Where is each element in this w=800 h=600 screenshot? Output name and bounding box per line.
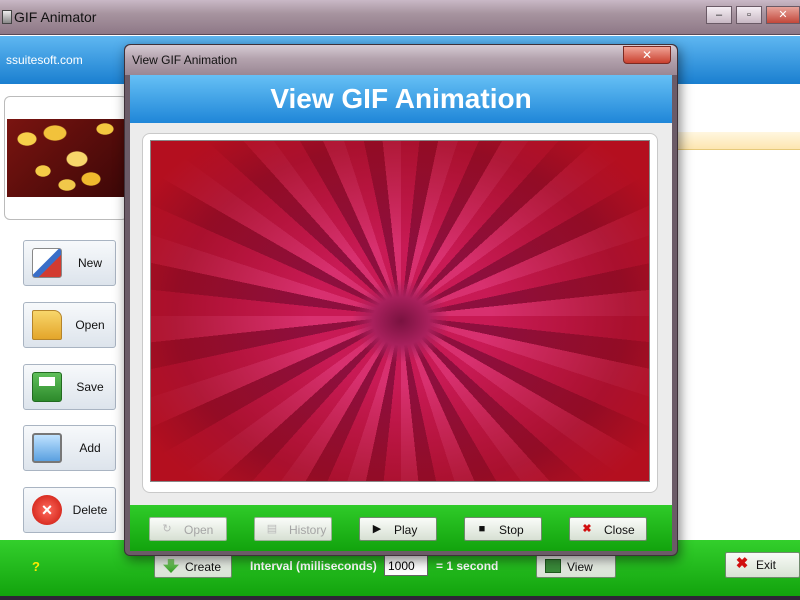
- animation-preview-image: [150, 140, 650, 482]
- save-button-label: Save: [76, 380, 104, 394]
- close-label: Close: [604, 523, 635, 537]
- dialog-open-label: Open: [184, 523, 214, 537]
- close-button[interactable]: ✖ Close: [569, 517, 647, 541]
- new-button-label: New: [77, 256, 102, 270]
- maximize-button[interactable]: ▫: [736, 6, 762, 24]
- frame-thumbnail[interactable]: [7, 119, 125, 197]
- play-icon: ▶: [372, 523, 382, 535]
- exit-button[interactable]: ✖ Exit: [725, 552, 800, 578]
- play-button[interactable]: ▶ Play: [359, 517, 437, 541]
- view-icon: [545, 559, 561, 573]
- open-file-button[interactable]: Open: [23, 302, 116, 348]
- stop-label: Stop: [499, 523, 524, 537]
- new-button[interactable]: New: [23, 240, 116, 286]
- brand-link[interactable]: ssuitesoft.com: [6, 53, 83, 67]
- folder-icon: [32, 310, 62, 340]
- floppy-disk-icon: [32, 372, 62, 402]
- view-button-label: View: [567, 560, 593, 574]
- dialog-heading: View GIF Animation: [270, 83, 532, 114]
- stop-button[interactable]: ■ Stop: [464, 517, 542, 541]
- delete-icon: ×: [32, 495, 62, 525]
- interval-note: = 1 second: [436, 559, 499, 573]
- add-button[interactable]: Add: [23, 425, 116, 471]
- monitor-add-icon: [32, 433, 62, 463]
- dialog-header: View GIF Animation: [130, 75, 672, 123]
- frame-list-header: [676, 132, 800, 150]
- new-document-icon: [32, 248, 62, 278]
- delete-button[interactable]: × Delete: [23, 487, 116, 533]
- help-icon[interactable]: ?: [32, 559, 40, 574]
- create-button-label: Create: [185, 560, 222, 574]
- dialog-body: [130, 123, 672, 505]
- interval-input[interactable]: [384, 555, 428, 576]
- minimize-button[interactable]: –: [706, 6, 732, 24]
- delete-button-label: Delete: [72, 503, 108, 517]
- exit-button-label: Exit: [756, 558, 777, 572]
- open-button-label: Open: [75, 318, 105, 332]
- interval-label: Interval (milliseconds): [250, 559, 377, 573]
- main-window-title: GIF Animator: [14, 9, 97, 25]
- save-button[interactable]: Save: [23, 364, 116, 410]
- desktop-edge: [0, 596, 800, 600]
- close-x-icon: ✖: [582, 523, 592, 535]
- stop-icon: ■: [478, 523, 486, 535]
- view-gif-dialog: View GIF Animation ✕ View GIF Animation …: [124, 44, 678, 556]
- view-button[interactable]: View: [536, 554, 616, 578]
- down-arrow-icon: [163, 559, 179, 573]
- create-button[interactable]: Create: [154, 554, 232, 578]
- frames-panel: [4, 96, 128, 220]
- main-close-button[interactable]: ✕: [766, 6, 800, 24]
- dialog-client-area: View GIF Animation ↻ Open ▤ History ▶ Pl…: [130, 75, 672, 551]
- play-label: Play: [394, 523, 418, 537]
- add-button-label: Add: [79, 441, 101, 455]
- dialog-titlebar[interactable]: View GIF Animation ✕: [125, 45, 677, 75]
- dialog-title: View GIF Animation: [132, 53, 238, 67]
- dialog-close-button[interactable]: ✕: [623, 46, 671, 64]
- history-icon: ▤: [266, 523, 278, 535]
- preview-frame: [142, 133, 658, 493]
- history-label: History: [289, 523, 327, 537]
- app-icon: [2, 10, 12, 24]
- main-titlebar[interactable]: GIF Animator – ▫ ✕: [0, 0, 800, 35]
- dialog-open-button[interactable]: ↻ Open: [149, 517, 227, 541]
- close-x-icon: ✖: [735, 555, 749, 572]
- history-button[interactable]: ▤ History: [254, 517, 332, 541]
- open-icon: ↻: [162, 523, 172, 535]
- dialog-toolbar: ↻ Open ▤ History ▶ Play ■ Stop ✖ Close: [130, 505, 672, 551]
